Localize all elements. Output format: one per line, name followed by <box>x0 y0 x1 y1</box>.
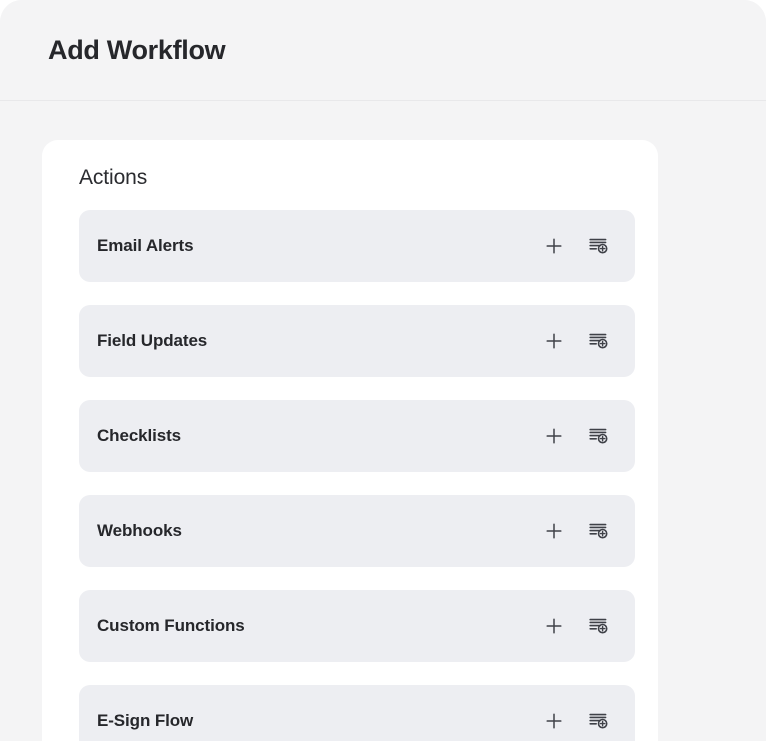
list-add-icon[interactable] <box>585 328 611 354</box>
plus-icon[interactable] <box>541 233 567 259</box>
list-add-icon[interactable] <box>585 708 611 734</box>
action-row[interactable]: E-Sign Flow <box>79 685 635 741</box>
page-header: Add Workflow <box>0 0 766 101</box>
action-row-label: Checklists <box>97 400 181 472</box>
action-row-controls <box>541 590 635 662</box>
action-row[interactable]: Webhooks <box>79 495 635 567</box>
list-add-icon[interactable] <box>585 518 611 544</box>
action-row[interactable]: Custom Functions <box>79 590 635 662</box>
app-window: Add Workflow Actions Email Alerts <box>0 0 766 741</box>
list-add-icon[interactable] <box>585 233 611 259</box>
action-row-controls <box>541 400 635 472</box>
action-row[interactable]: Checklists <box>79 400 635 472</box>
plus-icon[interactable] <box>541 708 567 734</box>
action-row-label: E-Sign Flow <box>97 685 193 741</box>
actions-card: Actions Email Alerts Field Upda <box>42 140 658 741</box>
action-row-controls <box>541 495 635 567</box>
plus-icon[interactable] <box>541 518 567 544</box>
action-row-controls <box>541 685 635 741</box>
action-row-label: Webhooks <box>97 495 182 567</box>
action-row-label: Email Alerts <box>97 210 193 282</box>
plus-icon[interactable] <box>541 613 567 639</box>
page-title: Add Workflow <box>48 33 225 67</box>
list-add-icon[interactable] <box>585 613 611 639</box>
action-row-label: Field Updates <box>97 305 207 377</box>
actions-card-title: Actions <box>79 165 147 191</box>
page-body: Actions Email Alerts Field Upda <box>0 102 766 741</box>
action-row-controls <box>541 305 635 377</box>
action-row-label: Custom Functions <box>97 590 245 662</box>
plus-icon[interactable] <box>541 423 567 449</box>
action-row-controls <box>541 210 635 282</box>
actions-list: Email Alerts Field Updates <box>79 210 635 741</box>
action-row[interactable]: Field Updates <box>79 305 635 377</box>
plus-icon[interactable] <box>541 328 567 354</box>
list-add-icon[interactable] <box>585 423 611 449</box>
action-row[interactable]: Email Alerts <box>79 210 635 282</box>
